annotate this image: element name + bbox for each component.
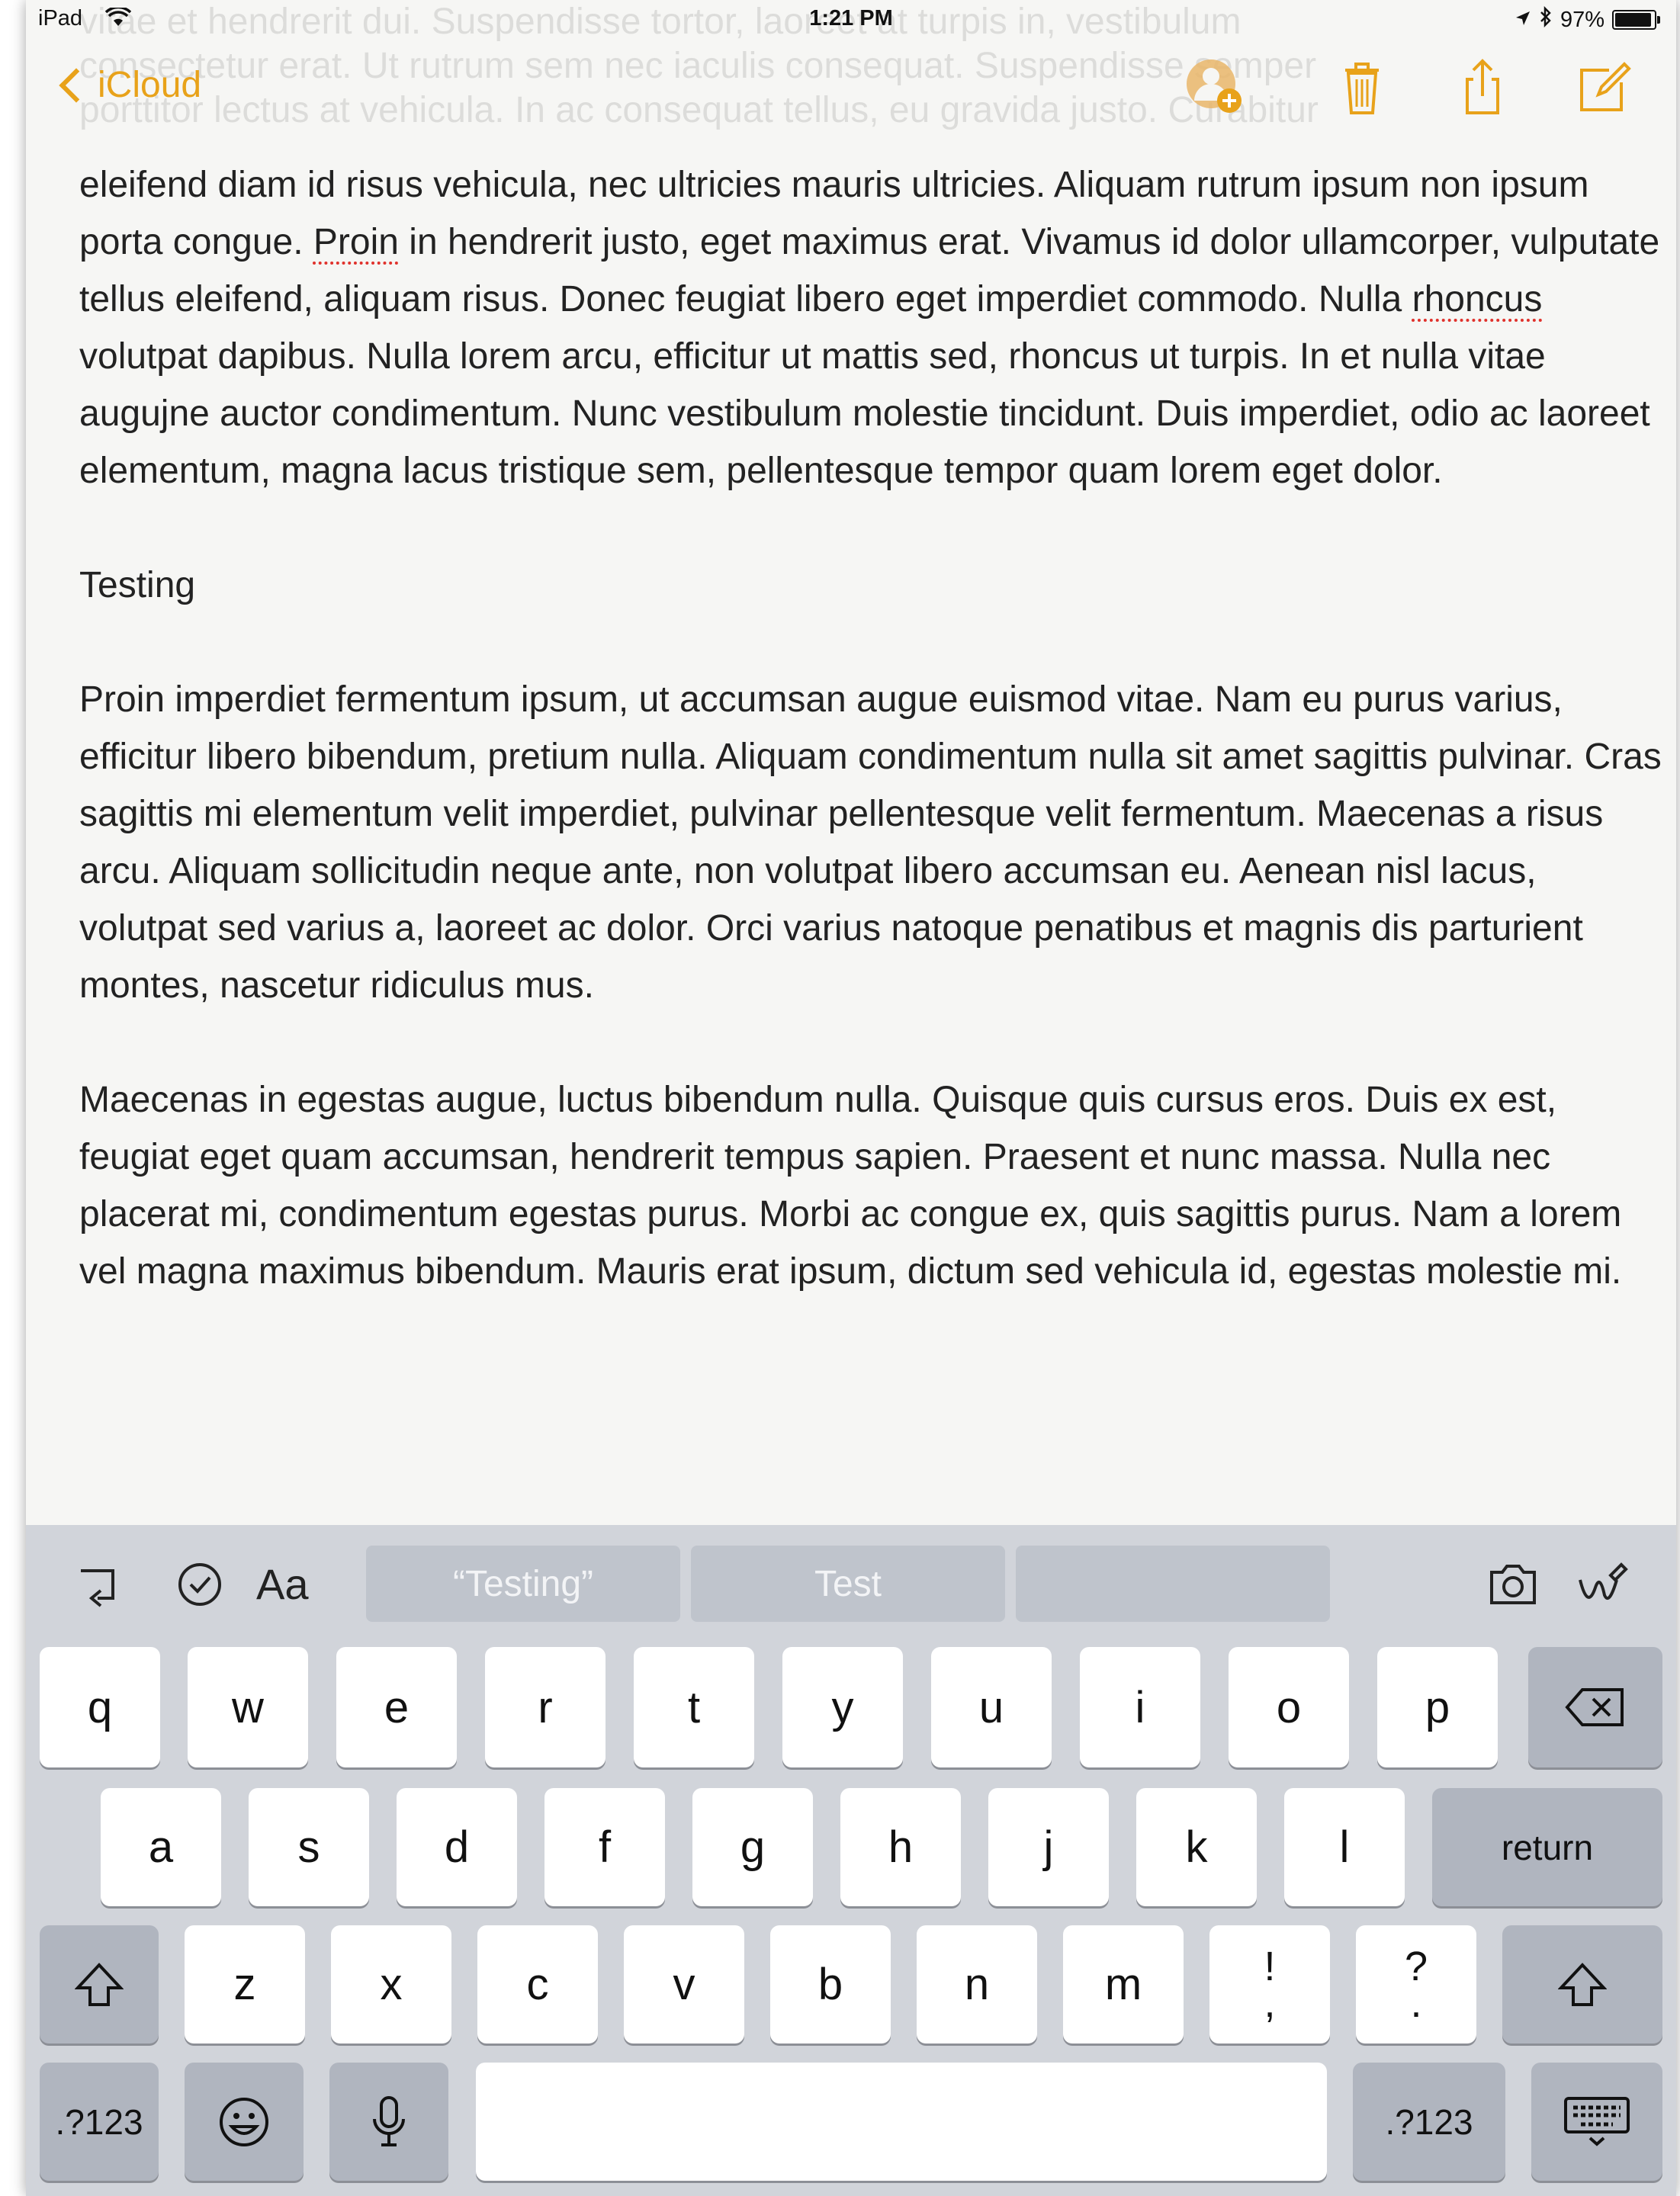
numbers-key-left[interactable]: .?123 <box>40 2063 159 2181</box>
status-right: 97% <box>1515 5 1660 34</box>
numbers-key-right[interactable]: .?123 <box>1353 2063 1505 2181</box>
checkmark-circle-icon <box>178 1563 221 1606</box>
bluetooth-icon <box>1539 5 1553 34</box>
location-icon <box>1515 8 1531 33</box>
key-f[interactable]: f <box>544 1788 665 1906</box>
key-symbol-top: ! <box>1264 1943 1276 1989</box>
key-t[interactable]: t <box>634 1647 754 1767</box>
key-p[interactable]: p <box>1377 1647 1498 1767</box>
chevron-left-icon <box>59 67 94 103</box>
key-m[interactable]: m <box>1063 1925 1184 2043</box>
key-symbol-bottom: . <box>1410 1979 1422 2026</box>
key-symbol-bottom: , <box>1264 1979 1276 2026</box>
microphone-icon <box>373 2095 405 2146</box>
key-y[interactable]: y <box>782 1647 903 1767</box>
key-i[interactable]: i <box>1080 1647 1200 1767</box>
key-s[interactable]: s <box>249 1788 369 1906</box>
dismiss-keyboard-key[interactable] <box>1531 2063 1662 2181</box>
delete-key[interactable] <box>1528 1647 1662 1767</box>
note-paragraph: eleifend diam id risus vehicula, nec ult… <box>79 156 1666 499</box>
battery-percent: 97% <box>1560 7 1605 32</box>
pen-squiggle-icon <box>1579 1562 1628 1600</box>
key-l[interactable]: l <box>1284 1788 1405 1906</box>
shift-key-right[interactable] <box>1502 1925 1662 2043</box>
navigation-bar: iCloud <box>26 47 1676 131</box>
compose-icon <box>1580 62 1631 111</box>
key-o[interactable]: o <box>1229 1647 1349 1767</box>
key-n[interactable]: n <box>917 1925 1037 2043</box>
back-button-label: iCloud <box>98 65 202 105</box>
emoji-key[interactable] <box>185 2063 304 2181</box>
device-screen: vitae et hendrerit dui. Suspendisse tort… <box>26 0 1676 2196</box>
checklist-button[interactable] <box>172 1557 227 1612</box>
key-u[interactable]: u <box>931 1647 1052 1767</box>
key-c[interactable]: c <box>477 1925 598 2043</box>
undo-button[interactable] <box>70 1557 125 1612</box>
add-people-button[interactable] <box>1185 56 1246 117</box>
status-time: 1:21 PM <box>809 6 893 30</box>
shift-icon <box>1558 1962 1607 2006</box>
shift-icon <box>75 1962 124 2006</box>
sketch-button[interactable] <box>1574 1557 1629 1612</box>
shift-key-left[interactable] <box>40 1925 159 2043</box>
key-x[interactable]: x <box>331 1925 451 2043</box>
battery-level-fill <box>1615 13 1651 27</box>
compose-button[interactable] <box>1574 56 1635 117</box>
key-w[interactable]: w <box>188 1647 308 1767</box>
dictation-key[interactable] <box>329 2063 448 2181</box>
key-b[interactable]: b <box>770 1925 891 2043</box>
key-exclamation-comma[interactable]: ! , <box>1209 1925 1330 2043</box>
note-paragraph: Proin imperdiet fermentum ipsum, ut accu… <box>79 679 1662 1006</box>
camera-icon <box>1490 1565 1536 1604</box>
format-button[interactable]: Aa <box>256 1559 309 1609</box>
text-run: volutpat dapibus. Nulla lorem arcu, effi… <box>79 336 1650 491</box>
add-person-icon <box>1187 59 1242 113</box>
undo-icon <box>81 1569 114 1607</box>
key-r[interactable]: r <box>485 1647 606 1767</box>
key-g[interactable]: g <box>692 1788 813 1906</box>
misspelled-word[interactable]: rhoncus <box>1412 279 1543 319</box>
keyboard-dismiss-icon <box>1564 2096 1630 2146</box>
key-a[interactable]: a <box>101 1788 221 1906</box>
battery-icon <box>1612 10 1660 30</box>
note-heading: Testing <box>79 565 196 605</box>
key-v[interactable]: v <box>624 1925 744 2043</box>
return-key[interactable]: return <box>1432 1788 1662 1906</box>
status-bar: iPad 1:21 PM 97% <box>26 0 1676 47</box>
space-bar[interactable] <box>476 2063 1327 2181</box>
key-k[interactable]: k <box>1136 1788 1257 1906</box>
trash-icon <box>1345 63 1379 114</box>
key-h[interactable]: h <box>840 1788 961 1906</box>
key-q[interactable]: q <box>40 1647 160 1767</box>
key-z[interactable]: z <box>185 1925 305 2043</box>
shortcut-bar: Aa “Testing” Test <box>26 1525 1676 1647</box>
key-e[interactable]: e <box>336 1647 457 1767</box>
key-d[interactable]: d <box>397 1788 517 1906</box>
key-symbol-top: ? <box>1404 1943 1428 1989</box>
key-question-period[interactable]: ? . <box>1356 1925 1476 2043</box>
emoji-icon <box>220 2097 268 2146</box>
back-button[interactable]: iCloud <box>56 64 201 106</box>
misspelled-word[interactable]: Proin <box>313 222 399 262</box>
key-j[interactable]: j <box>988 1788 1109 1906</box>
suggestion-1[interactable]: “Testing” <box>366 1546 680 1622</box>
suggestion-3[interactable] <box>1016 1546 1330 1622</box>
share-button[interactable] <box>1452 56 1513 117</box>
note-paragraph: Maecenas in egestas augue, luctus bibend… <box>79 1080 1622 1292</box>
camera-button[interactable] <box>1486 1557 1540 1612</box>
share-icon <box>1466 59 1499 114</box>
trash-button[interactable] <box>1331 56 1393 117</box>
suggestion-2[interactable]: Test <box>691 1546 1005 1622</box>
note-body[interactable]: eleifend diam id risus vehicula, nec ult… <box>79 156 1666 1300</box>
backspace-icon <box>1565 1688 1624 1726</box>
keyboard: Aa “Testing” Test q w e r t y u i o p a … <box>26 1525 1676 2196</box>
